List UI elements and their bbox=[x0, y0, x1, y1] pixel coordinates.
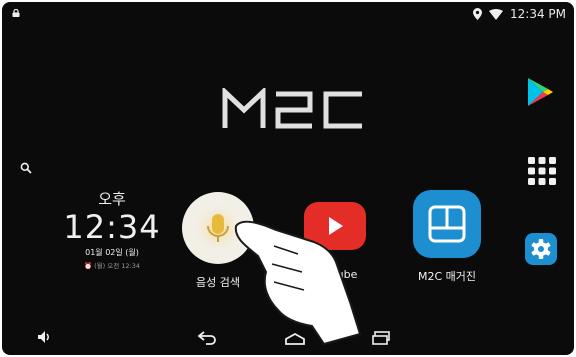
play-store-icon[interactable] bbox=[526, 76, 554, 108]
recents-icon[interactable] bbox=[372, 331, 390, 345]
clock-ampm: 오후 bbox=[98, 190, 126, 208]
m2c-logo bbox=[222, 88, 362, 129]
next-alarm: ⏰ (월) 오전 12:34 bbox=[52, 260, 172, 270]
app-grid-icon[interactable] bbox=[527, 156, 557, 186]
clock-widget[interactable]: 오후 12:34 01월 02일 (월) ⏰ (월) 오전 12:34 bbox=[52, 188, 172, 270]
home-icon[interactable] bbox=[285, 333, 305, 345]
lock-icon bbox=[12, 9, 20, 17]
clock-time: 12:34 bbox=[63, 208, 161, 246]
alarm-text: (월) 오전 12:34 bbox=[94, 262, 141, 270]
status-icons: 12:34 PM bbox=[473, 7, 566, 21]
location-icon bbox=[473, 8, 482, 20]
volume-icon[interactable] bbox=[38, 331, 52, 343]
magazine-app-icon bbox=[413, 190, 481, 258]
search-icon[interactable] bbox=[20, 162, 32, 174]
wifi-icon bbox=[489, 8, 503, 20]
app-label-m2c-magazine: M2C 매거진 bbox=[417, 270, 477, 283]
magazine-layout-icon bbox=[428, 205, 466, 243]
alarm-icon: ⏰ bbox=[83, 262, 93, 270]
navigation-bar bbox=[2, 321, 574, 355]
status-bar: 12:34 PM bbox=[2, 2, 574, 28]
back-icon[interactable] bbox=[198, 331, 218, 345]
android-home-screen: 12:34 PM 오후 12:34 01월 02일 (월) ⏰ (월) 오전 1… bbox=[2, 2, 574, 355]
clock-date: 01월 02일 (월) bbox=[85, 248, 139, 257]
settings-icon[interactable] bbox=[524, 232, 558, 266]
status-time: 12:34 PM bbox=[510, 7, 566, 21]
app-m2c-magazine[interactable]: M2C 매거진 bbox=[407, 190, 487, 284]
